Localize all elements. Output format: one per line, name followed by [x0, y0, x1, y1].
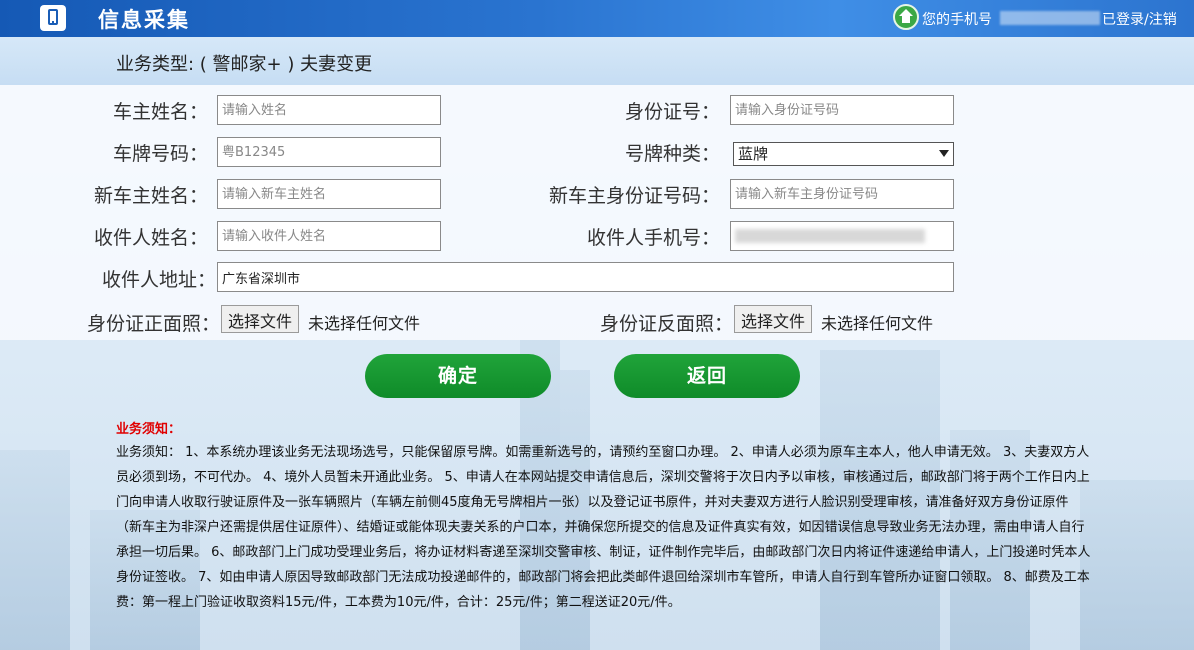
new-owner-name-label: 新车主姓名： [93, 185, 208, 207]
confirm-button[interactable]: 确定 [365, 354, 551, 398]
plate-type-select[interactable]: 蓝牌 [733, 142, 954, 166]
recipient-phone-input[interactable] [730, 221, 954, 251]
recipient-name-input[interactable] [217, 221, 441, 251]
mobile-phone-icon [40, 5, 66, 31]
id-number-input[interactable] [730, 95, 954, 125]
masked-phone-value [735, 229, 925, 243]
page-title: 信息采集 [98, 8, 190, 32]
business-type: 业务类型: ( 警邮家+ ) 夫妻变更 [116, 54, 373, 75]
notice-text: 业务须知： 1、本系统办理该业务无法现场选号，只能保留原号牌。如需重新选号的，请… [116, 445, 1091, 610]
recipient-address-input[interactable] [217, 262, 954, 292]
recipient-name-label: 收件人姓名： [93, 227, 208, 249]
top-bar: 信息采集 您的手机号 已登录/注销 [0, 0, 1194, 37]
login-logout-link[interactable]: 已登录/注销 [1102, 9, 1177, 29]
notice-title: 业务须知： [116, 422, 182, 437]
recipient-phone-label: 收件人手机号： [586, 227, 720, 249]
back-button[interactable]: 返回 [614, 354, 800, 398]
id-back-file-status: 未选择任何文件 [821, 314, 934, 333]
plate-type-value: 蓝牌 [738, 145, 769, 163]
id-back-label: 身份证反面照： [599, 313, 733, 335]
owner-name-label: 车主姓名： [112, 101, 208, 123]
plate-type-label: 号牌种类： [624, 143, 720, 165]
id-number-label: 身份证号： [624, 101, 720, 123]
new-owner-id-label: 新车主身份证号码： [548, 185, 720, 207]
recipient-address-label: 收件人地址： [101, 269, 216, 291]
id-front-choose-file-button[interactable]: 选择文件 [221, 305, 300, 333]
id-front-file-status: 未选择任何文件 [308, 314, 421, 333]
business-type-bar: 业务类型: ( 警邮家+ ) 夫妻变更 [0, 37, 1194, 85]
plate-number-input[interactable] [217, 137, 441, 167]
id-front-label: 身份证正面照： [86, 313, 220, 335]
home-icon[interactable] [893, 4, 919, 30]
plate-number-label: 车牌号码： [112, 143, 208, 165]
masked-phone-number [1000, 11, 1100, 25]
new-owner-id-input[interactable] [730, 179, 954, 209]
id-back-choose-file-button[interactable]: 选择文件 [734, 305, 813, 333]
chevron-down-icon [939, 150, 949, 157]
phone-label: 您的手机号 [922, 12, 992, 28]
new-owner-name-input[interactable] [217, 179, 441, 209]
owner-name-input[interactable] [217, 95, 441, 125]
